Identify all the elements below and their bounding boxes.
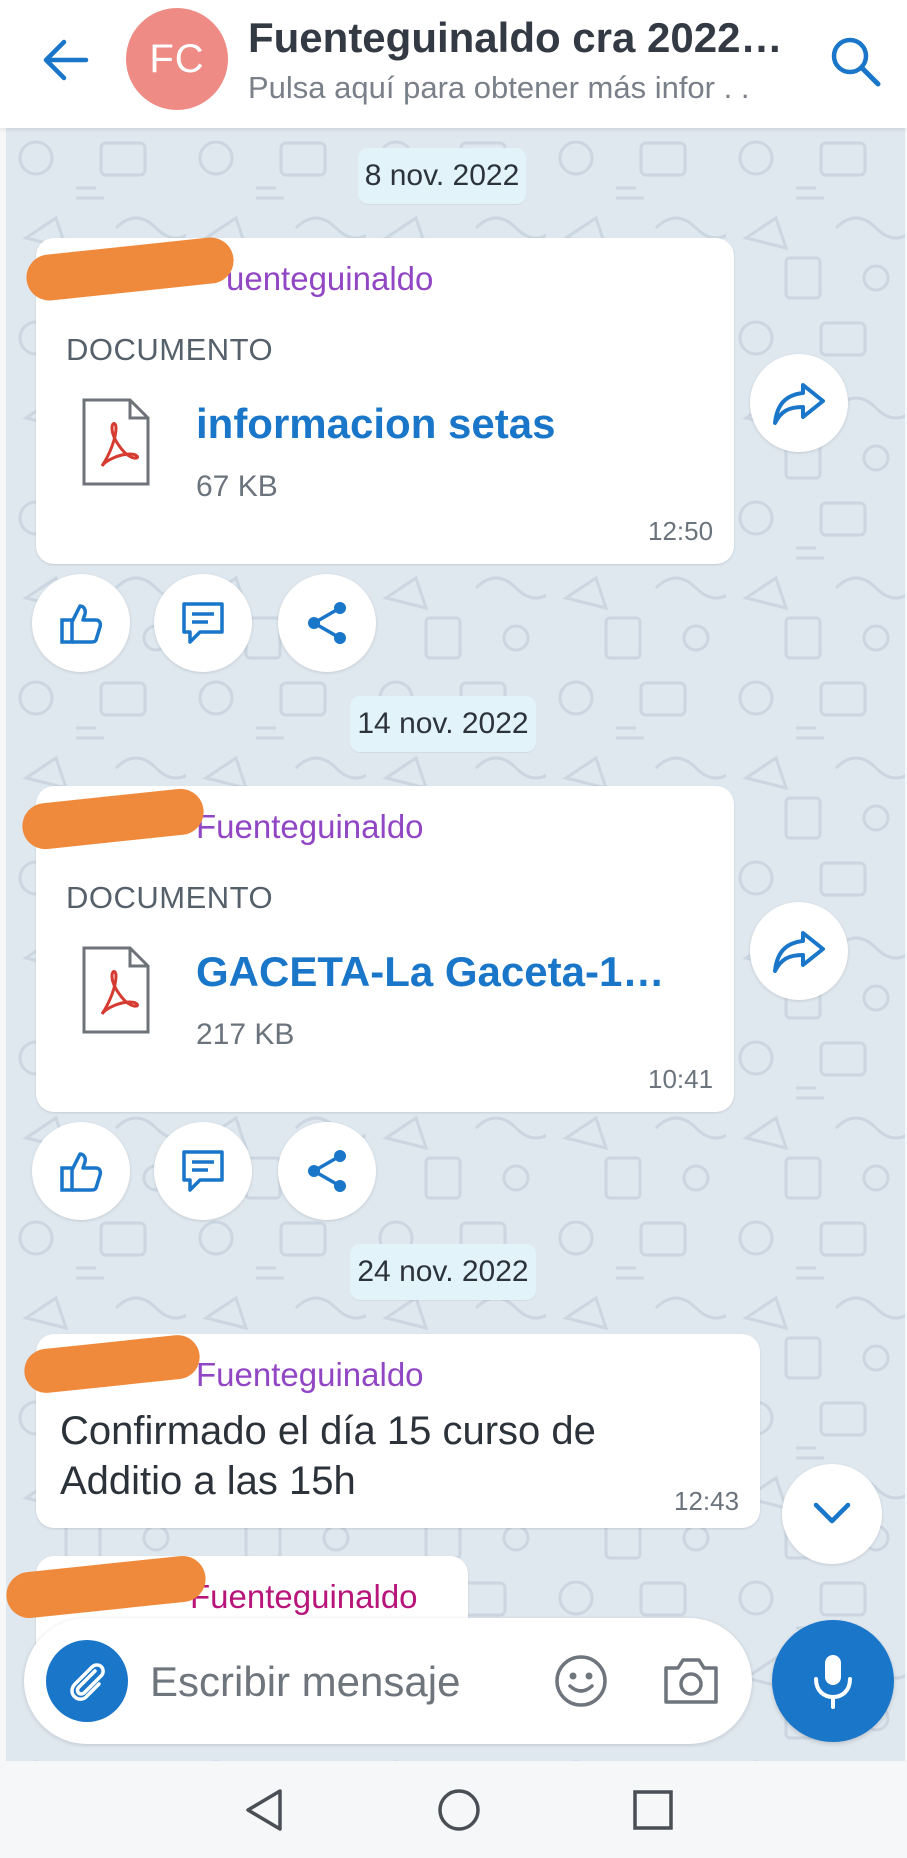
- scroll-to-bottom-button[interactable]: [782, 1464, 882, 1564]
- attach-button[interactable]: [46, 1640, 128, 1722]
- forward-button[interactable]: [750, 354, 848, 452]
- document-size: 217 KB: [196, 1018, 295, 1051]
- comment-button[interactable]: [154, 1122, 252, 1220]
- home-circle-icon[interactable]: [434, 1785, 484, 1835]
- search-icon: [831, 37, 881, 87]
- camera-button[interactable]: [660, 1652, 722, 1710]
- like-button[interactable]: [32, 574, 130, 672]
- message-text-line: Additio a las 15h: [60, 1459, 356, 1503]
- message-time: 12:43: [674, 1486, 740, 1516]
- like-button[interactable]: [32, 1122, 130, 1220]
- share-button[interactable]: [278, 1122, 376, 1220]
- recents-square-icon[interactable]: [628, 1785, 678, 1835]
- sender-name: Fuenteguinaldo: [196, 1356, 424, 1393]
- chat-subtitle[interactable]: Pulsa aquí para obtener más infor . .: [248, 70, 788, 106]
- document-label: DOCUMENTO: [66, 332, 274, 367]
- forward-arrow-icon: [773, 931, 825, 973]
- system-navigation-bar: [0, 1761, 907, 1858]
- camera-icon: [664, 1658, 718, 1704]
- thumbs-up-icon: [60, 1152, 103, 1192]
- document-label: DOCUMENTO: [66, 880, 274, 915]
- back-triangle-icon[interactable]: [240, 1785, 290, 1835]
- pdf-file-icon: [82, 398, 150, 486]
- microphone-icon: [814, 1655, 852, 1709]
- share-icon: [308, 602, 346, 644]
- search-button[interactable]: [826, 32, 884, 90]
- microphone-button[interactable]: [772, 1620, 894, 1742]
- comment-icon: [182, 602, 224, 644]
- date-chip: 14 nov. 2022: [350, 696, 536, 752]
- comment-icon: [182, 1150, 224, 1192]
- avatar[interactable]: FC: [126, 8, 228, 110]
- chat-title[interactable]: Fuenteguinaldo cra 2022…: [248, 14, 800, 62]
- pdf-file-icon: [82, 946, 150, 1034]
- message-time: 12:50: [648, 516, 714, 546]
- date-chip: 24 nov. 2022: [350, 1244, 536, 1300]
- chat-messages-area[interactable]: 8 nov. 2022 uenteguinaldo DOCUMENTO info…: [6, 128, 905, 1761]
- document-name[interactable]: GACETA-La Gaceta-1…: [196, 948, 696, 996]
- date-chip: 8 nov. 2022: [358, 148, 526, 204]
- sender-name: Fuenteguinaldo: [196, 808, 424, 845]
- message-text: Confirmado el día 15 curso de Additio a …: [60, 1406, 596, 1506]
- share-button[interactable]: [278, 574, 376, 672]
- paperclip-icon: [70, 1663, 105, 1701]
- sender-name: Fuenteguinaldo: [190, 1578, 418, 1615]
- message-text-line: Confirmado el día 15 curso de: [60, 1409, 596, 1453]
- forward-arrow-icon: [773, 383, 825, 425]
- share-icon: [308, 1150, 346, 1192]
- chat-header: FC Fuenteguinaldo cra 2022… Pulsa aquí p…: [0, 0, 907, 128]
- smiley-icon: [555, 1655, 607, 1707]
- document-name[interactable]: informacion setas: [196, 400, 696, 448]
- message-input[interactable]: [148, 1646, 552, 1718]
- arrow-left-icon: [43, 39, 89, 81]
- comment-button[interactable]: [154, 574, 252, 672]
- message-time: 10:41: [648, 1064, 714, 1094]
- emoji-button[interactable]: [552, 1652, 610, 1710]
- sender-name: uenteguinaldo: [226, 260, 434, 297]
- thumbs-up-icon: [60, 604, 103, 644]
- forward-button[interactable]: [750, 902, 848, 1000]
- back-button[interactable]: [36, 30, 96, 90]
- message-composer: [24, 1618, 752, 1744]
- chevron-down-icon: [813, 1502, 851, 1524]
- document-size: 67 KB: [196, 470, 278, 503]
